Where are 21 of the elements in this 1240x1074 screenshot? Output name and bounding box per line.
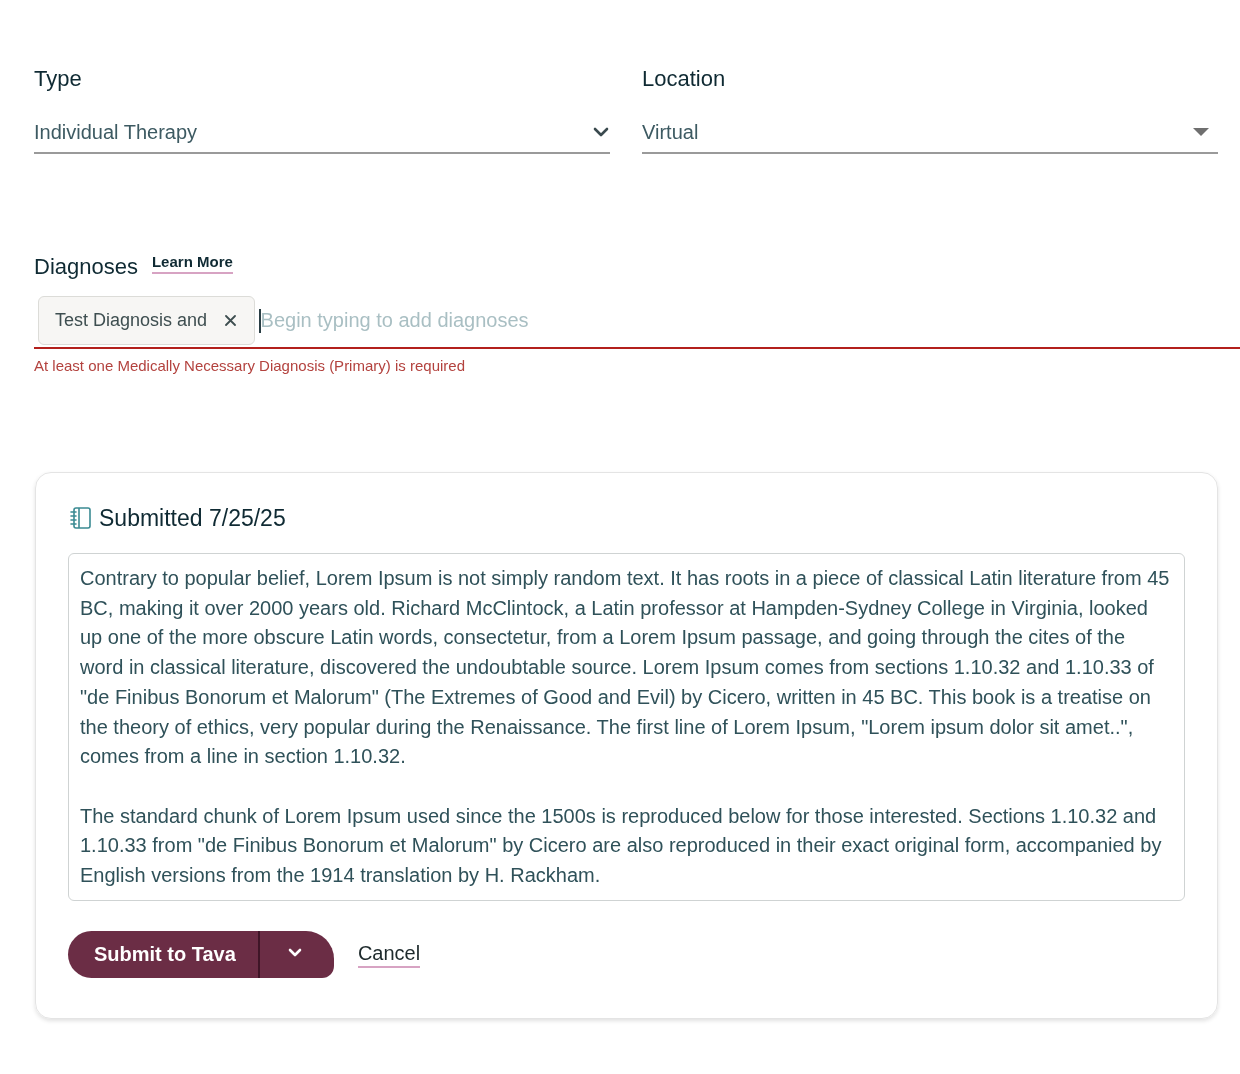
learn-more-link[interactable]: Learn More (151, 252, 233, 274)
text-cursor (259, 308, 261, 333)
dropdown-field[interactable]: Virtual (642, 118, 1218, 154)
cancel-link[interactable]: Cancel (357, 940, 421, 969)
field-label: Type (34, 65, 82, 93)
dropdown-toggle-button[interactable] (257, 930, 334, 978)
notebook-icon (70, 507, 91, 529)
diagnosis-chip[interactable]: Test Diagnosis and (38, 296, 256, 345)
error-message: At least one Medically Necessary Diagnosis (Primary) is required (34, 356, 465, 376)
notes-text-area[interactable]: Contrary to popular belief, Lorem Ipsum is not simply random text. It has roots in a piece of classical Latin literature from 45 BC, making it over 2000 years old. Richard McClintock, a Latin professor at Hampden-Sydney College in Virginia, looked up one of the more obscure Latin words, consectetur, from a Lorem Ipsum passage, and going through the cites of the word in classical literature, discovered the undoubtable source. Lorem Ipsum comes from sections 1.10.32 and 1.10.33 of "de Finibus Bonorum et Malorum" (The Extremes of Good and Evil) by Cicero, written in 45 BC. This book is a treatise on the theory of ethics, very popular during the Renaissance. The first line of Lorem Ipsum, "Lorem ipsum dolor sit amet..", comes from a line in section 1.10.32. The standard chunk of Lorem Ipsum used since the 1500s is reproduced below for those interested. Sections 1.10.32 and 1.10.33 from "de Finibus Bonorum et Malorum" by Cicero are also reproduced in their exact original form, accompanied by English versions from the 1914 translation by H. Rackham. (68, 553, 1185, 901)
caret-down-icon (1193, 128, 1209, 136)
chevron-down-icon (593, 127, 609, 137)
card-title: Submitted 7/25/25 (99, 504, 286, 533)
chevron-down-icon (287, 947, 302, 957)
chip-label: Test Diagnosis and (55, 310, 208, 331)
field-label: Location (642, 65, 726, 93)
field-label: Diagnoses (34, 253, 138, 281)
close-icon[interactable] (225, 315, 237, 326)
dropdown-field[interactable]: Individual Therapy (34, 118, 610, 154)
diagnoses-field[interactable]: Test Diagnosis and Begin typing to add diagnoses (34, 296, 1240, 349)
submit-button[interactable]: Submit to Tava (68, 930, 258, 978)
